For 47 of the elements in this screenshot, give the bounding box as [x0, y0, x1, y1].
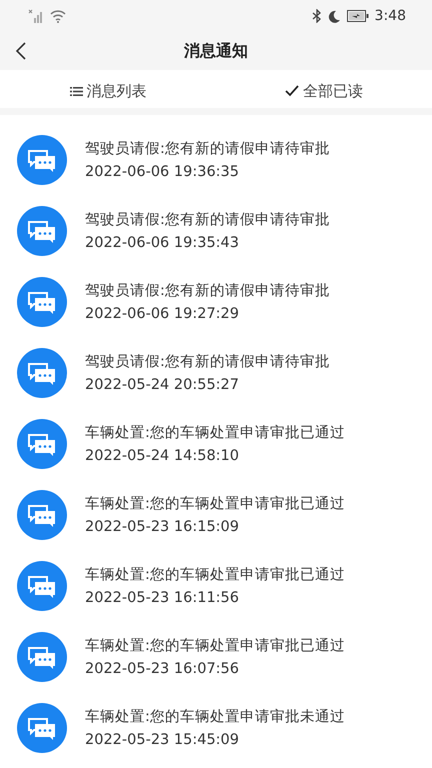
- message-item[interactable]: 车辆处置:您的车辆处置申请审批已通过 2022-05-23 16:15:09: [0, 479, 432, 550]
- list-icon: [70, 86, 82, 96]
- signal-icon: [28, 9, 44, 23]
- wifi-icon: [50, 10, 66, 22]
- chat-bubbles-icon: [17, 206, 67, 256]
- message-item[interactable]: 车辆处置:您的车辆处置申请审批已通过 2022-05-23 16:11:56: [0, 550, 432, 621]
- message-list-button[interactable]: 消息列表: [0, 74, 216, 108]
- message-title: 车辆处置:您的车辆处置申请审批已通过: [85, 566, 345, 584]
- message-time: 2022-06-06 19:27:29: [85, 306, 240, 322]
- message-time: 2022-06-06 19:35:43: [85, 235, 240, 251]
- moon-icon: [328, 10, 341, 22]
- clock-time: 3:48: [374, 8, 406, 24]
- chat-bubbles-icon: [17, 134, 67, 184]
- chat-bubbles-icon: [17, 632, 67, 682]
- message-title: 车辆处置:您的车辆处置申请审批已通过: [85, 494, 345, 513]
- page-title: 消息通知: [184, 40, 248, 62]
- message-title: 驾驶员请假:您有新的请假申请待审批: [85, 282, 330, 300]
- check-icon: [285, 85, 299, 97]
- message-title: 车辆处置:您的车辆处置申请审批已通过: [85, 424, 345, 442]
- message-title: 驾驶员请假:您有新的请假申请待审批: [85, 210, 330, 229]
- chat-bubbles-icon: [17, 702, 67, 752]
- message-item[interactable]: 车辆处置:您的车辆处置申请审批已通过 2022-05-23 16:07:56: [0, 621, 432, 692]
- message-item[interactable]: 驾驶员请假:您有新的请假申请待审批 2022-06-06 19:35:43: [0, 195, 432, 266]
- message-time: 2022-05-23 16:07:56: [85, 661, 240, 677]
- chat-bubbles-icon: [17, 418, 67, 468]
- message-item[interactable]: 驾驶员请假:您有新的请假申请待审批 2022-05-24 20:55:27: [0, 337, 432, 408]
- chat-bubbles-icon: [17, 560, 67, 610]
- chat-bubbles-icon: [17, 348, 67, 398]
- message-item[interactable]: 车辆处置:您的车辆处置申请审批未通过 2022-05-23 15:45:09: [0, 692, 432, 763]
- message-title: 驾驶员请假:您有新的请假申请待审批: [85, 140, 330, 158]
- message-title: 驾驶员请假:您有新的请假申请待审批: [85, 352, 330, 371]
- message-time: 2022-05-24 20:55:27: [85, 377, 240, 393]
- message-time: 2022-05-23 16:11:56: [85, 590, 240, 606]
- message-item[interactable]: 驾驶员请假:您有新的请假申请待审批 2022-06-06 19:27:29: [0, 266, 432, 337]
- message-title: 车辆处置:您的车辆处置申请审批未通过: [85, 708, 345, 726]
- battery-icon: [346, 10, 369, 22]
- chat-bubbles-icon: [17, 276, 67, 326]
- message-time: 2022-05-23 16:15:09: [85, 519, 240, 535]
- message-title: 车辆处置:您的车辆处置申请审批已通过: [85, 636, 345, 655]
- message-time: 2022-05-23 15:45:09: [85, 732, 240, 748]
- bluetooth-icon: [312, 9, 322, 23]
- mark-all-read-button[interactable]: 全部已读: [216, 74, 432, 108]
- message-item[interactable]: 驾驶员请假:您有新的请假申请待审批 2022-06-06 19:36:35: [0, 124, 432, 195]
- chat-bubbles-icon: [17, 490, 67, 540]
- message-item[interactable]: 车辆处置:您的车辆处置申请审批已通过 2022-05-24 14:58:10: [0, 408, 432, 479]
- message-time: 2022-06-06 19:36:35: [85, 164, 240, 180]
- message-time: 2022-05-24 14:58:10: [85, 448, 240, 464]
